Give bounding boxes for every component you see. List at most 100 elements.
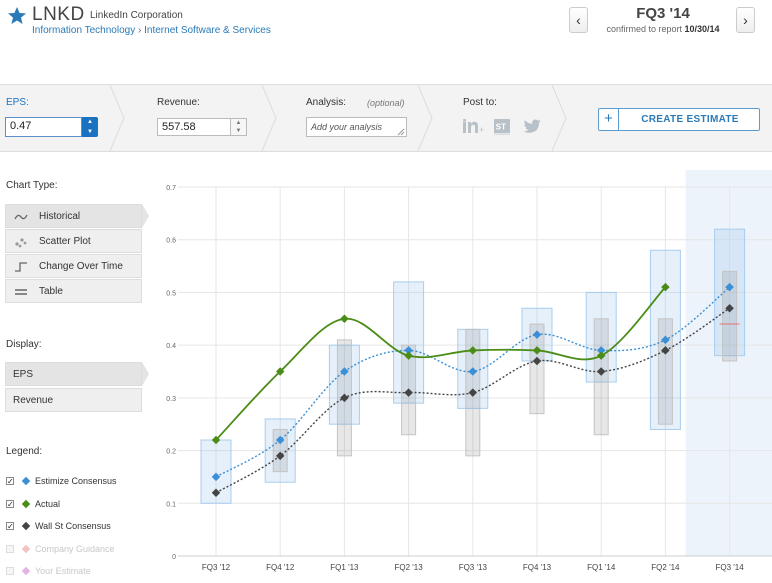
wave-icon	[14, 214, 28, 220]
legend-label: Actual	[35, 499, 61, 509]
x-tick-label: FQ2 '14	[651, 563, 680, 572]
y-tick-label: 0.6	[166, 238, 176, 245]
chart-type-label: Scatter Plot	[39, 236, 91, 247]
eps-input[interactable]: 0.47	[5, 117, 82, 137]
linkedin-icon[interactable]: +	[463, 119, 485, 135]
legend-item-your-estimate[interactable]: Your Estimate	[6, 566, 146, 579]
table-icon	[15, 289, 27, 295]
eps-stepper[interactable]: ▲ ▼	[82, 117, 98, 137]
chart-type-historical[interactable]: Historical	[5, 204, 149, 228]
breadcrumb-industry[interactable]: Internet Software & Services	[144, 25, 271, 36]
x-tick-label: FQ1 '13	[330, 563, 359, 572]
header: LNKD LinkedIn Corporation Information Te…	[0, 0, 772, 84]
y-tick-label: 0.1	[166, 501, 176, 508]
estimate-toolbar: EPS: 0.47 ▲ ▼ Revenue: 557.58 ▲ ▼ Analys…	[0, 84, 772, 152]
legend-item-wall-st[interactable]: ✓ Wall St Consensus	[6, 521, 146, 534]
step-icon	[15, 262, 27, 272]
stepper-up-icon[interactable]: ▲	[231, 119, 246, 127]
x-tick-label: FQ2 '13	[394, 563, 423, 572]
chart-type-table[interactable]: Table	[5, 279, 142, 303]
legend-checkbox[interactable]: ✓	[6, 500, 14, 509]
display-label: Revenue	[13, 395, 54, 406]
diamond-icon	[21, 476, 31, 486]
revenue-label: Revenue:	[157, 97, 200, 108]
chart-type-label: Historical	[39, 211, 81, 222]
legend-checkbox[interactable]: ✓	[6, 477, 14, 486]
legend-heading: Legend:	[6, 446, 43, 457]
breadcrumb-sector[interactable]: Information Technology	[32, 25, 135, 36]
y-tick-label: 0.7	[166, 185, 176, 192]
legend-item-company-guidance[interactable]: Company Guidance	[6, 544, 146, 557]
report-date: confirmed to report 10/30/14	[590, 24, 736, 34]
stepper-down-icon[interactable]: ▼	[82, 127, 98, 137]
legend-label: Estimize Consensus	[35, 476, 117, 486]
analysis-label: Analysis:	[306, 97, 347, 108]
chart-type-scatter[interactable]: Scatter Plot	[5, 229, 142, 253]
display-heading: Display:	[6, 339, 42, 350]
diamond-icon	[21, 544, 31, 554]
next-quarter-button[interactable]: ›	[736, 7, 755, 33]
previous-quarter-button[interactable]: ‹	[569, 7, 588, 33]
display-label: EPS	[13, 369, 34, 380]
y-tick-label: 0.5	[166, 290, 176, 297]
legend-item-actual[interactable]: ✓ Actual	[6, 499, 146, 512]
legend-checkbox[interactable]	[6, 545, 14, 553]
revenue-input[interactable]: 557.58	[157, 118, 231, 136]
wall-st-range-box	[593, 318, 609, 436]
create-estimate-label: CREATE ESTIMATE	[641, 114, 739, 125]
diamond-icon	[21, 521, 31, 531]
y-tick-label: 0.2	[166, 449, 176, 456]
company-name: LinkedIn Corporation	[90, 10, 183, 21]
analysis-input[interactable]: Add your analysis	[306, 117, 407, 137]
report-date-value: 10/30/14	[684, 24, 720, 34]
legend-checkbox[interactable]: ✓	[6, 522, 14, 531]
analysis-optional-note: (optional)	[367, 98, 405, 108]
highlighted-quarter-band	[685, 170, 772, 556]
legend-label: Your Estimate	[35, 566, 91, 576]
chart-type-heading: Chart Type:	[6, 180, 58, 191]
create-estimate-button[interactable]: + CREATE ESTIMATE	[598, 108, 760, 131]
x-tick-label: FQ3 '14	[715, 563, 744, 572]
revenue-stepper[interactable]: ▲ ▼	[231, 118, 247, 136]
x-tick-label: FQ3 '13	[459, 563, 488, 572]
chart-type-change-over-time[interactable]: Change Over Time	[5, 254, 142, 278]
twitter-icon[interactable]	[522, 119, 542, 135]
legend-label: Company Guidance	[35, 544, 115, 554]
diamond-icon	[21, 499, 31, 509]
quarter-title: FQ3 '14	[636, 5, 690, 22]
diamond-icon	[21, 566, 31, 576]
y-tick-label: 0.4	[166, 343, 176, 350]
eps-history-chart: 0 0.1 0.2 0.3 0.4 0.5 0.6 0.7 FQ3 '12 FQ4 '12 FQ1 …	[166, 170, 772, 572]
chart-type-label: Change Over Time	[39, 261, 123, 272]
stocktwits-icon[interactable]: ST	[493, 119, 511, 135]
display-eps[interactable]: EPS	[5, 362, 149, 386]
svg-text:+: +	[479, 125, 484, 135]
resize-handle-icon[interactable]	[397, 128, 405, 136]
plus-icon: +	[599, 109, 619, 130]
wall-st-range-box	[657, 318, 673, 425]
eps-label: EPS:	[6, 97, 29, 108]
active-indicator	[142, 362, 149, 386]
y-tick-label: 0	[172, 554, 176, 561]
chart-type-label: Table	[39, 286, 63, 297]
legend-item-estimize[interactable]: ✓ Estimize Consensus	[6, 476, 146, 489]
x-tick-label: FQ4 '13	[523, 563, 552, 572]
ticker-symbol: LNKD	[32, 4, 85, 25]
svg-text:ST: ST	[496, 123, 506, 132]
actual-point	[340, 314, 349, 324]
post-to-label: Post to:	[463, 97, 497, 108]
stepper-up-icon[interactable]: ▲	[82, 117, 98, 127]
display-revenue[interactable]: Revenue	[5, 388, 142, 412]
stepper-down-icon[interactable]: ▼	[231, 127, 246, 135]
scatter-icon	[15, 238, 27, 248]
legend-checkbox[interactable]	[6, 567, 14, 575]
report-date-prefix: confirmed to report	[606, 24, 682, 34]
active-indicator	[142, 204, 149, 228]
legend-label: Wall St Consensus	[35, 521, 111, 531]
x-tick-label: FQ1 '14	[587, 563, 616, 572]
x-tick-label: FQ4 '12	[266, 563, 295, 572]
star-icon[interactable]	[7, 6, 27, 26]
breadcrumb: Information Technology › Internet Softwa…	[32, 25, 271, 36]
y-tick-label: 0.3	[166, 396, 176, 403]
x-tick-label: FQ3 '12	[202, 563, 231, 572]
